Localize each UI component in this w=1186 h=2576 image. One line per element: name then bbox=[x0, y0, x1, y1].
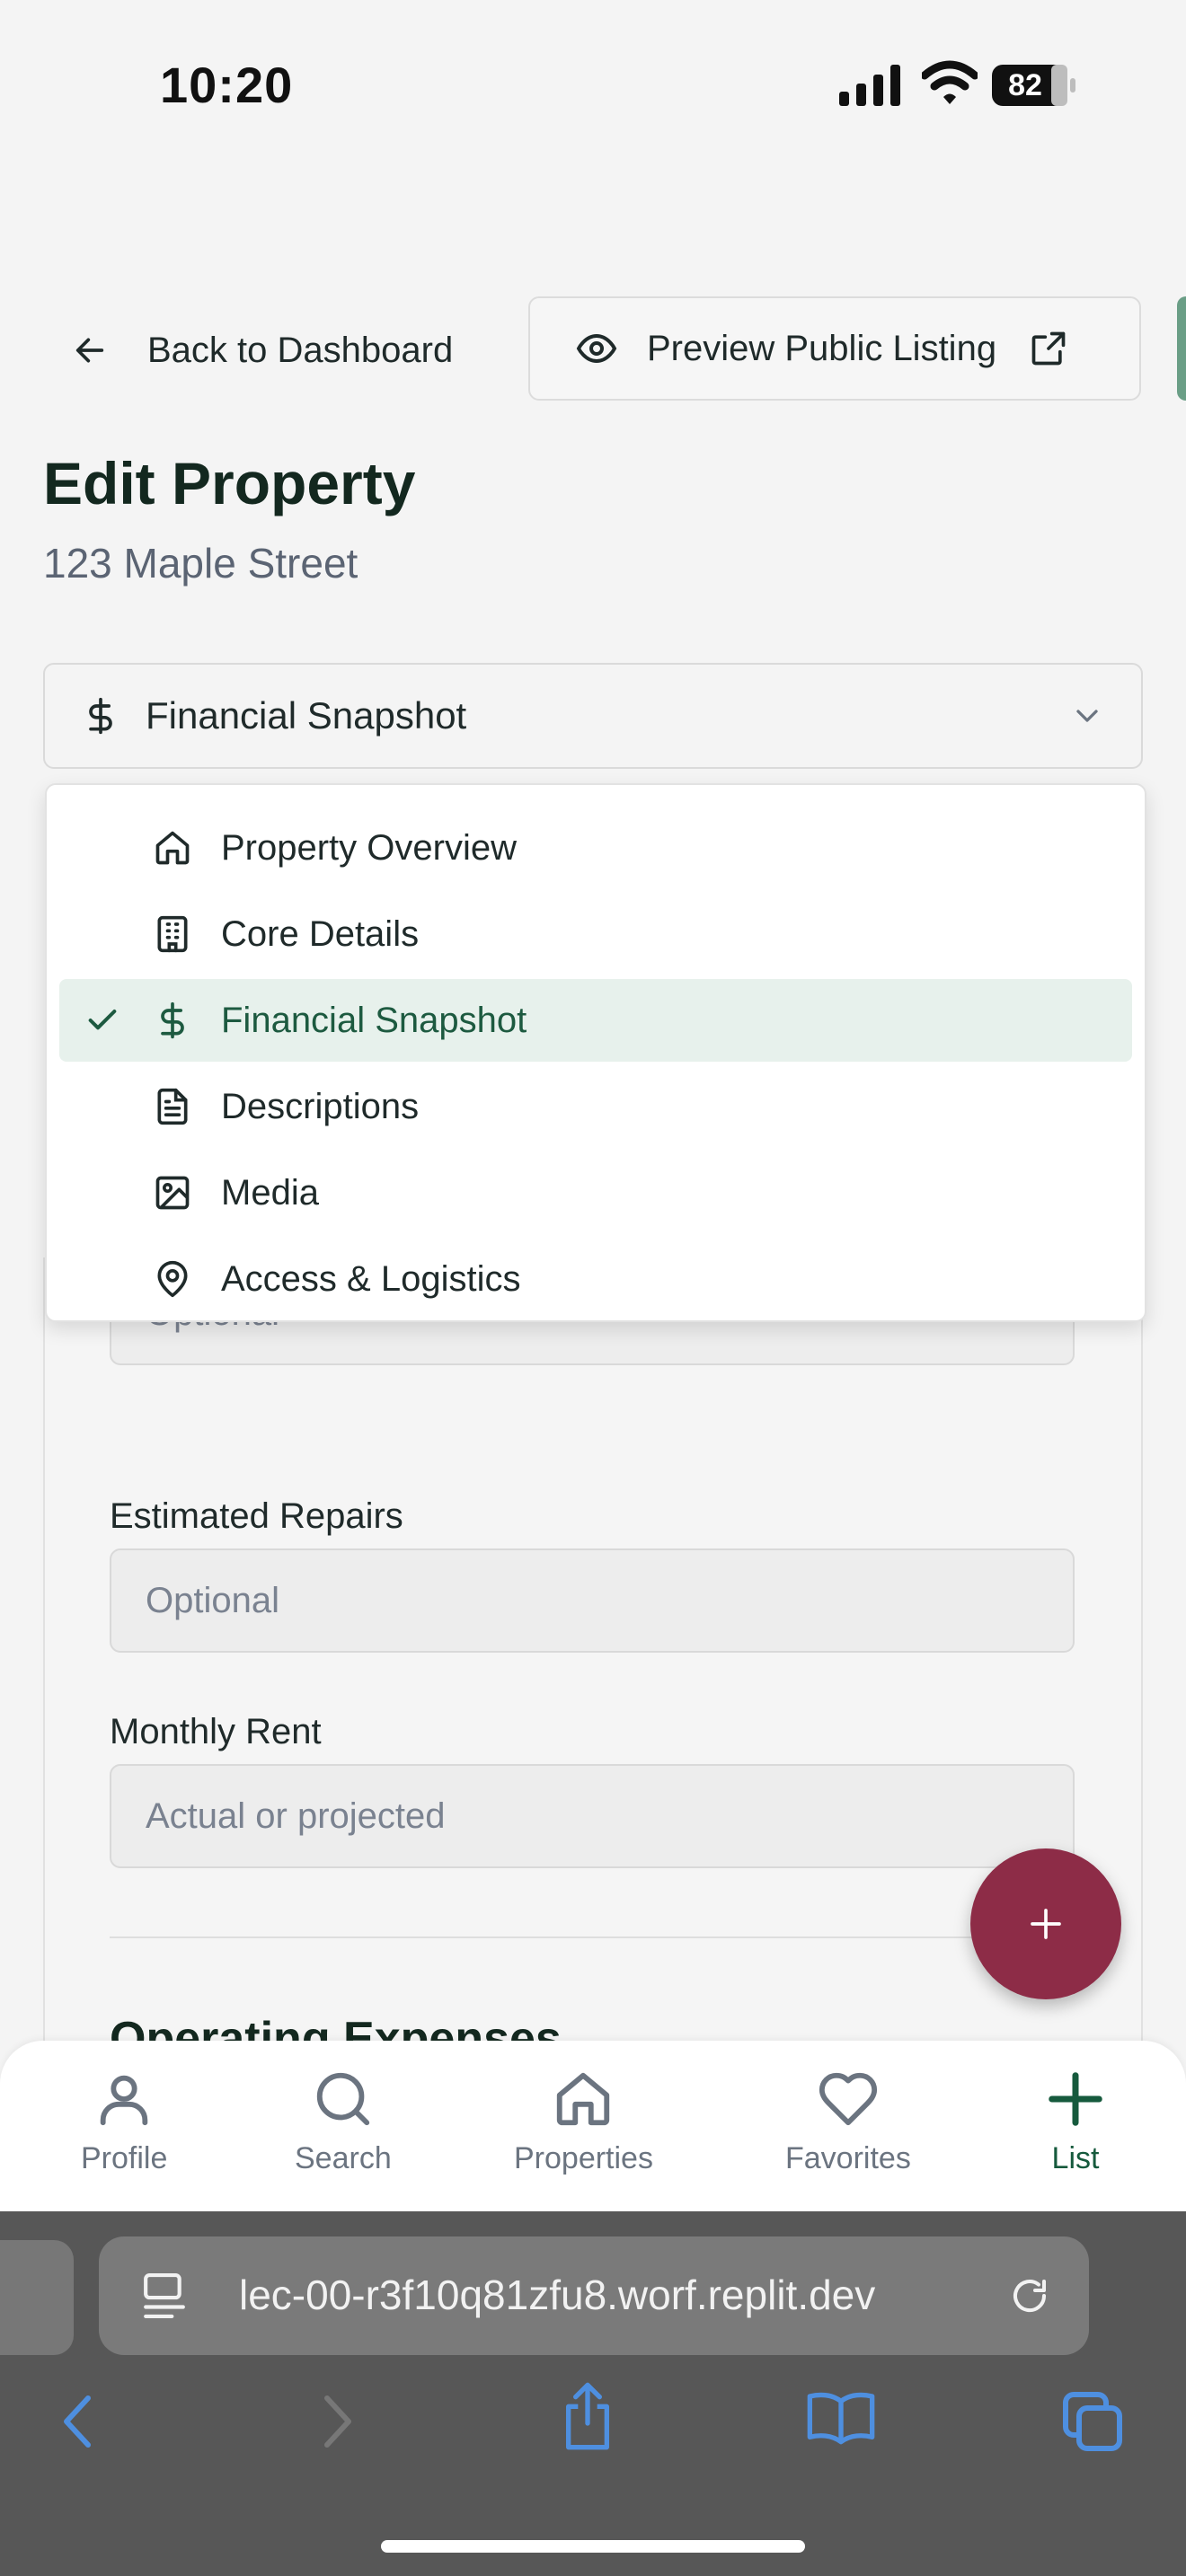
section-divider bbox=[110, 1936, 1076, 1938]
wifi-icon bbox=[922, 60, 978, 104]
preview-button-label: Preview Public Listing bbox=[647, 328, 997, 368]
back-button-label: Back to Dashboard bbox=[147, 330, 454, 370]
preview-public-listing-button[interactable]: Preview Public Listing bbox=[528, 296, 1141, 401]
browser-forward-icon bbox=[324, 2395, 351, 2448]
estimated-repairs-placeholder: Optional bbox=[146, 1580, 279, 1620]
tabs-icon[interactable] bbox=[1060, 2389, 1125, 2454]
bottom-navigation: Profile Search Properties Favorites List bbox=[0, 2041, 1186, 2211]
home-indicator bbox=[381, 2540, 805, 2553]
floating-add-button[interactable] bbox=[970, 1848, 1121, 1999]
eye-icon bbox=[576, 333, 617, 364]
nav-profile[interactable]: Profile bbox=[81, 2068, 167, 2176]
page-menu-icon bbox=[144, 2272, 185, 2318]
section-dropdown-menu: Property Overview Core Details Financial… bbox=[45, 783, 1146, 1322]
menu-item-label: Core Details bbox=[221, 913, 420, 954]
side-panel-tab[interactable] bbox=[1177, 296, 1186, 401]
search-icon bbox=[316, 2072, 370, 2126]
building-icon bbox=[157, 915, 188, 953]
menu-item-label: Access & Logistics bbox=[221, 1258, 521, 1299]
reload-icon[interactable] bbox=[1008, 2274, 1051, 2317]
document-icon bbox=[157, 1088, 188, 1125]
page-title: Edit Property bbox=[43, 450, 416, 516]
monthly-rent-input[interactable]: Actual or projected bbox=[110, 1764, 1075, 1868]
section-select-value: Financial Snapshot bbox=[146, 694, 467, 737]
chevron-down-icon bbox=[1076, 710, 1098, 722]
nav-label: Favorites bbox=[785, 2141, 911, 2175]
menu-item-label: Financial Snapshot bbox=[221, 1000, 527, 1040]
nav-list[interactable]: List bbox=[1044, 2068, 1107, 2176]
map-pin-icon bbox=[157, 1260, 188, 1298]
property-address: 123 Maple Street bbox=[43, 540, 358, 587]
section-select[interactable]: Financial Snapshot bbox=[43, 663, 1143, 769]
plus-icon bbox=[1031, 1909, 1061, 1939]
monthly-rent-label: Monthly Rent bbox=[110, 1712, 322, 1751]
estimated-repairs-label: Estimated Repairs bbox=[110, 1496, 403, 1536]
menu-item-label: Descriptions bbox=[221, 1086, 420, 1126]
arrow-left-icon bbox=[75, 338, 104, 363]
status-time: 10:20 bbox=[160, 57, 294, 113]
heart-icon bbox=[819, 2072, 877, 2126]
menu-item-label: Media bbox=[221, 1172, 319, 1213]
estimated-repairs-input[interactable]: Optional bbox=[110, 1548, 1075, 1653]
battery-indicator: 82 bbox=[992, 65, 1076, 106]
menu-item-media[interactable]: Media bbox=[59, 1151, 1132, 1234]
back-to-dashboard-button[interactable]: Back to Dashboard bbox=[72, 314, 453, 386]
menu-item-descriptions[interactable]: Descriptions bbox=[59, 1065, 1132, 1148]
monthly-rent-placeholder: Actual or projected bbox=[146, 1795, 446, 1836]
share-icon[interactable] bbox=[559, 2380, 616, 2452]
user-icon bbox=[100, 2075, 148, 2126]
bookmarks-icon[interactable] bbox=[805, 2389, 877, 2447]
nav-label: Properties bbox=[514, 2141, 653, 2175]
dollar-icon bbox=[161, 1001, 184, 1039]
menu-item-label: Property Overview bbox=[221, 827, 517, 868]
nav-label: Profile bbox=[81, 2141, 168, 2175]
menu-item-core-details[interactable]: Core Details bbox=[59, 893, 1132, 975]
home-icon bbox=[557, 2072, 610, 2126]
menu-item-financial-snapshot[interactable]: Financial Snapshot bbox=[59, 979, 1132, 1062]
nav-favorites[interactable]: Favorites bbox=[785, 2068, 911, 2176]
nav-label: Search bbox=[295, 2141, 392, 2175]
battery-level: 82 bbox=[1008, 68, 1042, 102]
image-icon bbox=[155, 1176, 190, 1210]
browser-back-icon[interactable] bbox=[59, 2393, 95, 2450]
external-link-icon bbox=[1031, 331, 1066, 366]
cellular-signal-icon bbox=[839, 65, 900, 106]
url-text: lec-00-r3f10q81zfu8.worf.replit.dev bbox=[239, 2272, 876, 2318]
previous-tab-preview[interactable] bbox=[0, 2240, 74, 2355]
dollar-icon bbox=[89, 697, 112, 735]
home-icon bbox=[155, 831, 190, 865]
plus-icon bbox=[1049, 2072, 1102, 2126]
check-icon bbox=[88, 1010, 117, 1030]
nav-search[interactable]: Search bbox=[295, 2068, 392, 2176]
menu-item-property-overview[interactable]: Property Overview bbox=[59, 807, 1132, 889]
menu-item-access-logistics[interactable]: Access & Logistics bbox=[59, 1238, 1132, 1320]
nav-properties[interactable]: Properties bbox=[514, 2068, 653, 2176]
nav-label: List bbox=[1051, 2141, 1100, 2175]
